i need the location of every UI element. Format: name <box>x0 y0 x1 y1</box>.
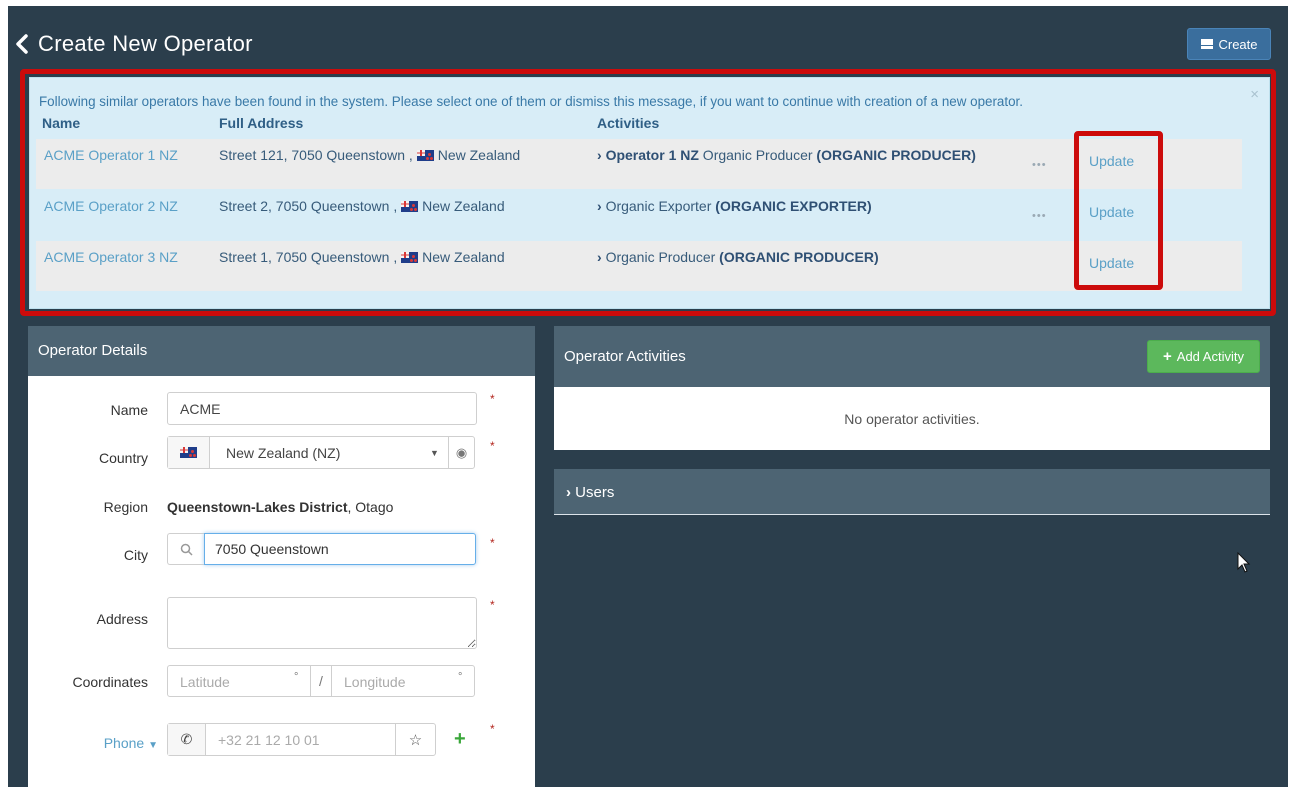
coordinates-input-group: Latitude ° / Longitude ° <box>167 665 475 697</box>
country-select[interactable]: New Zealand (NZ) ▼ ◉ <box>167 436 475 469</box>
chevron-left-icon[interactable] <box>12 30 32 58</box>
coordinates-label: Coordinates <box>72 674 149 690</box>
create-button-label: Create <box>1218 36 1258 52</box>
activity-type: (ORGANIC EXPORTER) <box>715 198 872 214</box>
phone-icon: ✆ <box>168 724 206 755</box>
users-panel-toggle[interactable]: › Users <box>554 469 1270 515</box>
activity-text: Organic Exporter <box>605 198 716 214</box>
search-icon-glyph <box>180 543 193 556</box>
operator-name-link[interactable]: ACME Operator 1 NZ <box>44 147 178 163</box>
alert-message: Following similar operators have been fo… <box>39 94 1023 109</box>
plus-icon: + <box>1163 348 1172 365</box>
add-phone-icon[interactable]: + <box>454 728 466 751</box>
country-text: New Zealand <box>422 249 505 265</box>
address-label: Address <box>96 611 148 627</box>
country-label: Country <box>98 450 148 466</box>
chevron-right-icon: › <box>597 147 602 163</box>
city-label: City <box>123 547 148 563</box>
region-province: , Otago <box>347 499 394 515</box>
required-marker: * <box>490 536 495 550</box>
close-icon[interactable]: × <box>1250 86 1259 103</box>
operator-row: ACME Operator 1 NZ Street 121, 7050 Quee… <box>36 139 1242 189</box>
address-text: Street 1, 7050 Queenstown , <box>219 249 398 265</box>
address-field[interactable] <box>167 597 477 649</box>
region-label: Region <box>103 499 148 515</box>
chevron-down-icon: ▼ <box>148 740 158 751</box>
longitude-field[interactable]: Longitude <box>332 666 458 696</box>
page-title: Create New Operator <box>38 31 253 56</box>
operator-activity[interactable]: › Organic Producer (ORGANIC PRODUCER) <box>597 249 879 265</box>
operator-activity[interactable]: › Organic Exporter (ORGANIC EXPORTER) <box>597 198 872 214</box>
operator-name-link[interactable]: ACME Operator 2 NZ <box>44 198 178 214</box>
operator-address: Street 121, 7050 Queenstown , New Zealan… <box>219 147 520 163</box>
search-icon <box>167 533 204 565</box>
country-value: New Zealand (NZ) <box>226 445 341 461</box>
country-text: New Zealand <box>437 147 521 163</box>
country-text: New Zealand <box>422 198 505 214</box>
activity-text: Organic Producer <box>605 249 720 265</box>
chevron-right-icon: › <box>597 249 602 265</box>
star-icon[interactable]: ☆ <box>395 724 435 755</box>
address-text: Street 2, 7050 Queenstown , <box>219 198 398 214</box>
users-title: Users <box>575 484 615 501</box>
degree-symbol: ° <box>294 671 299 683</box>
page-header: Create New Operator Create <box>8 26 1288 62</box>
save-icon <box>1201 39 1214 49</box>
nz-flag-icon <box>401 252 419 263</box>
activities-empty-state: No operator activities. <box>554 387 1270 450</box>
column-header-activities: Activities <box>597 115 660 131</box>
flag-box <box>168 437 210 468</box>
phone-input-group: ✆ +32 21 12 10 01 ☆ <box>167 723 436 756</box>
create-button[interactable]: Create <box>1187 28 1271 60</box>
region-district: Queenstown-Lakes District <box>167 499 348 515</box>
city-input-group <box>167 533 476 565</box>
activities-title: Operator Activities <box>564 348 686 365</box>
operator-name-link[interactable]: ACME Operator 3 NZ <box>44 249 178 265</box>
app-frame: Create New Operator Create × Following s… <box>8 6 1288 787</box>
activity-prefix: Operator 1 NZ <box>605 147 699 163</box>
required-marker: * <box>490 598 495 612</box>
coordinate-separator: / <box>310 666 332 696</box>
chevron-right-icon: › <box>597 198 602 214</box>
operator-row: ACME Operator 2 NZ Street 2, 7050 Queens… <box>36 190 1242 240</box>
city-field[interactable] <box>204 533 476 565</box>
column-header-address: Full Address <box>219 115 304 131</box>
degree-symbol: ° <box>458 671 463 683</box>
required-marker: * <box>490 722 495 736</box>
phone-label: Phone <box>103 735 145 751</box>
operator-activity[interactable]: › Operator 1 NZ Organic Producer (ORGANI… <box>597 147 976 163</box>
phone-field[interactable]: +32 21 12 10 01 <box>206 724 395 755</box>
add-activity-label: Add Activity <box>1176 349 1244 364</box>
name-label: Name <box>110 402 148 418</box>
globe-icon[interactable]: ◉ <box>448 437 474 468</box>
activity-type: (ORGANIC PRODUCER) <box>816 147 976 163</box>
column-header-name: Name <box>42 115 81 131</box>
caret-down-icon: ▼ <box>430 447 439 458</box>
operator-address: Street 1, 7050 Queenstown , New Zealand <box>219 249 505 265</box>
required-marker: * <box>490 392 495 406</box>
update-column-highlight <box>1074 131 1163 290</box>
nz-flag-icon <box>416 150 434 161</box>
activity-text: Organic Producer <box>698 147 817 163</box>
required-marker: * <box>490 439 495 453</box>
nz-flag-icon <box>180 447 197 458</box>
region-value: Queenstown-Lakes District, Otago <box>167 499 393 515</box>
add-activity-button[interactable]: + Add Activity <box>1147 340 1260 373</box>
activity-type: (ORGANIC PRODUCER) <box>719 249 879 265</box>
operator-address: Street 2, 7050 Queenstown , New Zealand <box>219 198 505 214</box>
more-icon[interactable]: ••• <box>1032 210 1047 222</box>
operator-activities-panel: Operator Activities + Add Activity No op… <box>554 326 1270 450</box>
operator-row: ACME Operator 3 NZ Street 1, 7050 Queens… <box>36 241 1242 291</box>
operator-details-title: Operator Details <box>28 326 535 376</box>
latitude-field[interactable]: Latitude <box>168 666 294 696</box>
operator-details-panel: Operator Details Name * Country New Zeal… <box>28 326 535 787</box>
name-field[interactable] <box>167 392 477 425</box>
chevron-right-icon: › <box>566 484 571 501</box>
nz-flag-icon <box>401 201 419 212</box>
phone-type-dropdown[interactable]: Phone ▼ <box>28 735 158 751</box>
address-text: Street 121, 7050 Queenstown , <box>219 147 413 163</box>
more-icon[interactable]: ••• <box>1032 159 1047 171</box>
activities-header: Operator Activities + Add Activity <box>554 326 1270 387</box>
mouse-cursor-icon <box>1237 552 1251 573</box>
